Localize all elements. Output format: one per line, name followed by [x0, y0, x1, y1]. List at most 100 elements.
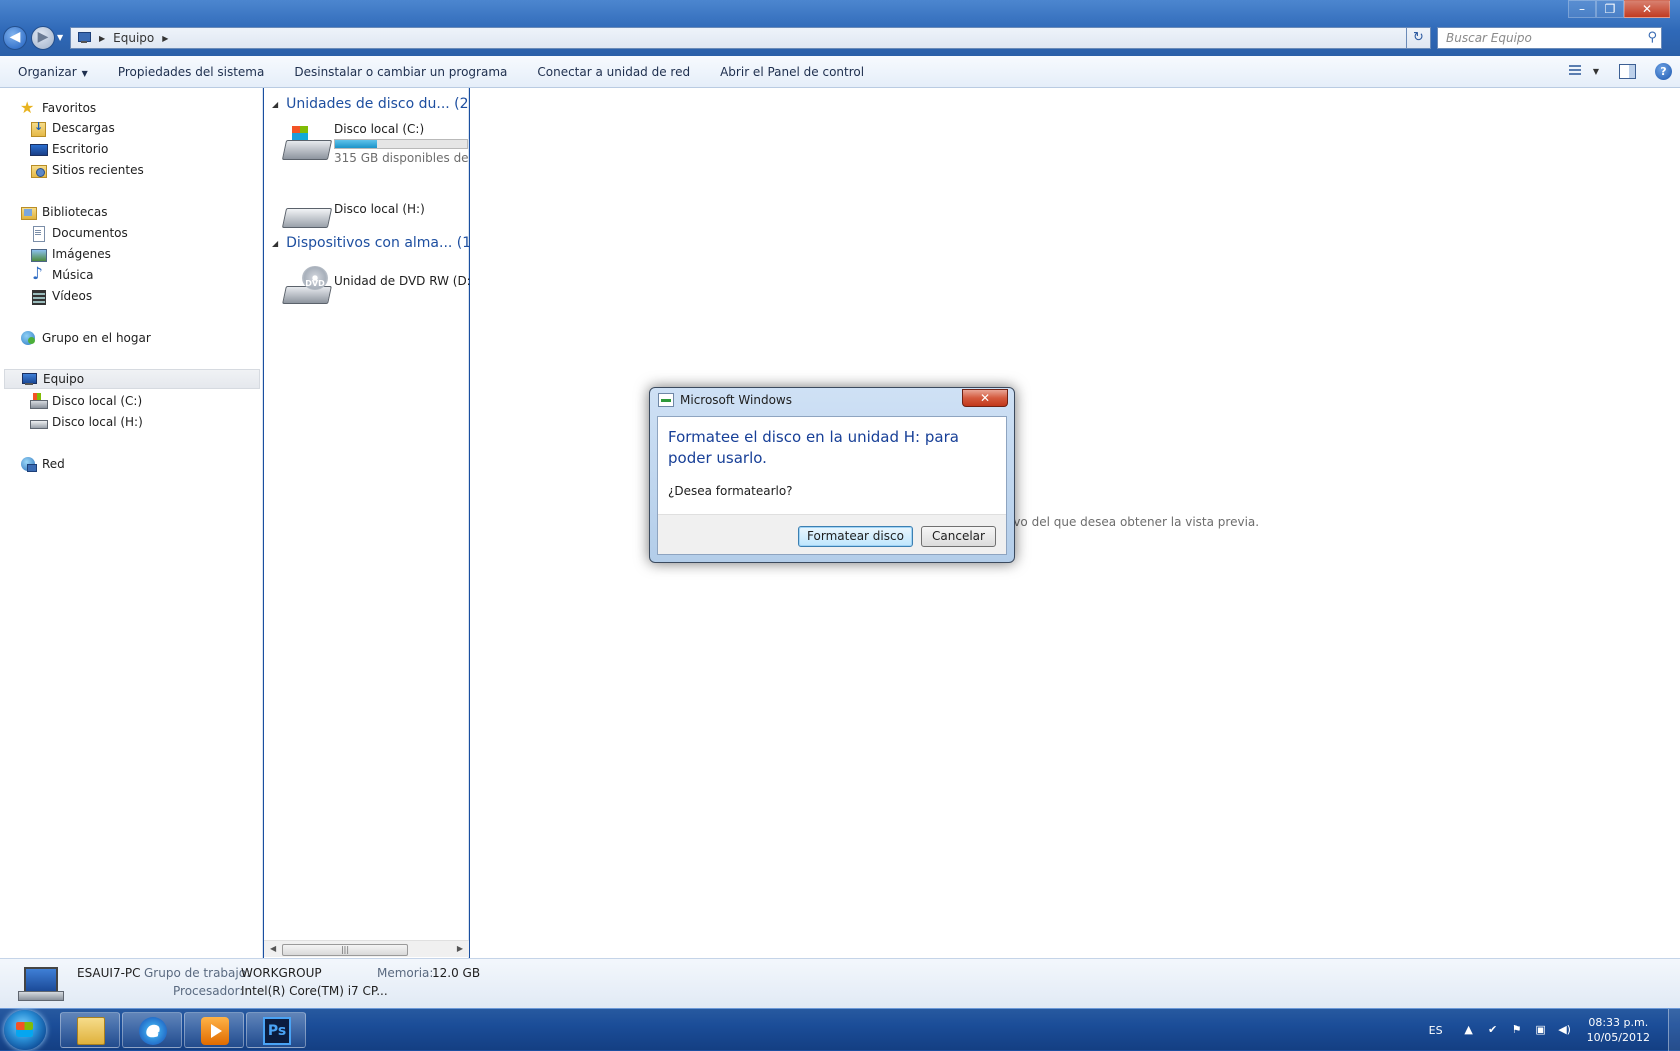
chevron-down-icon: ▼	[81, 68, 88, 78]
title-bar: – ❐ ✕ ◀ ▶ ▼ ▶ Equipo ▶ ▼ ↻ Buscar Equipo…	[0, 0, 1680, 56]
preview-pane-icon[interactable]	[1617, 62, 1637, 80]
show-hidden-icons-icon[interactable]: ▲	[1461, 1022, 1477, 1038]
application-icon	[658, 393, 674, 407]
view-controls: ▼ ?	[1567, 62, 1672, 80]
start-button[interactable]	[4, 1010, 46, 1050]
chevron-right-icon[interactable]: ▶	[162, 34, 168, 43]
uninstall-program-button[interactable]: Desinstalar o cambiar un programa	[279, 65, 522, 79]
breadcrumb-equipo[interactable]: Equipo	[113, 31, 154, 45]
open-control-panel-button[interactable]: Abrir el Panel de control	[705, 65, 879, 79]
change-view-button[interactable]: ▼	[1567, 62, 1599, 80]
format-disk-button[interactable]: Formatear disco	[798, 526, 913, 547]
map-network-drive-button[interactable]: Conectar a unidad de red	[522, 65, 705, 79]
maximize-button[interactable]: ❐	[1596, 0, 1624, 18]
navigation-pane: Favoritos Descargas Escritorio Sitios re…	[0, 88, 263, 958]
drive-item-c[interactable]: Disco local (C:) 315 GB disponibles de 4…	[282, 122, 468, 165]
processor-value: Intel(R) Core(TM) i7 CP...	[241, 984, 388, 998]
scroll-right-icon[interactable]: ▶	[457, 944, 463, 953]
chevron-down-icon: ▼	[1592, 66, 1599, 76]
processor-label: Procesador:	[173, 984, 244, 998]
taskbar-explorer[interactable]	[60, 1012, 120, 1048]
workgroup-value: WORKGROUP	[241, 966, 322, 980]
nav-favorites[interactable]: Favoritos	[20, 98, 96, 118]
address-bar[interactable]: ▶ Equipo ▶ ▼	[70, 27, 1431, 49]
chevron-right-icon[interactable]: ▶	[99, 34, 105, 43]
computer-icon	[21, 371, 37, 387]
action-center-flag-icon[interactable]: ⚑	[1509, 1022, 1525, 1038]
drive-item-dvd[interactable]: Unidad de DVD RW (D:)	[282, 264, 475, 304]
scroll-left-icon[interactable]: ◀	[270, 944, 276, 953]
clock-time: 08:33 p.m.	[1588, 1016, 1649, 1029]
close-button[interactable]: ✕	[1624, 0, 1670, 18]
recent-places-icon	[30, 162, 47, 178]
internet-explorer-icon: e	[139, 1017, 167, 1045]
nav-drive-c[interactable]: Disco local (C:)	[30, 391, 142, 411]
nav-pictures[interactable]: Imágenes	[30, 244, 111, 264]
minimize-button[interactable]: –	[1568, 0, 1596, 18]
network-icon[interactable]: ▣	[1533, 1022, 1549, 1038]
homegroup-icon	[20, 330, 36, 346]
drive-usage-fill	[335, 140, 378, 148]
dvd-drive-icon	[282, 264, 330, 304]
system-tray: ES ▲ ✔ ⚑ ▣ ◀) 08:33 p.m. 10/05/2012	[1429, 1009, 1680, 1051]
nav-libraries[interactable]: Bibliotecas	[20, 202, 107, 222]
clock[interactable]: 08:33 p.m. 10/05/2012	[1587, 1015, 1650, 1045]
help-icon[interactable]: ?	[1655, 62, 1672, 80]
nav-videos[interactable]: Vídeos	[30, 286, 92, 306]
collapse-icon[interactable]: ◢	[272, 239, 278, 248]
volume-icon[interactable]: ◀)	[1557, 1022, 1573, 1038]
refresh-button[interactable]: ↻	[1406, 27, 1431, 49]
documents-icon	[30, 225, 46, 242]
memory-label: Memoria:	[377, 966, 434, 980]
details-pane: ESAUI7-PC Grupo de trabajo: WORKGROUP Me…	[0, 958, 1680, 1008]
group-header-hard-drives[interactable]: ◢ Unidades de disco du... (2)	[272, 96, 474, 112]
collapse-icon[interactable]: ◢	[272, 100, 278, 109]
search-input[interactable]: Buscar Equipo ⚲	[1437, 27, 1662, 49]
dialog-title-bar: Microsoft Windows	[658, 393, 792, 407]
taskbar-media-player[interactable]	[184, 1012, 244, 1048]
organize-menu[interactable]: Organizar ▼	[0, 65, 103, 79]
pictures-icon	[30, 246, 47, 262]
group-header-removable[interactable]: ◢ Dispositivos con alma... (1)	[272, 235, 477, 251]
workgroup-label: Grupo de trabajo:	[144, 966, 251, 980]
preview-message: ivo del que desea obtener la vista previ…	[1010, 515, 1260, 529]
dialog-footer: Formatear disco Cancelar	[658, 514, 1006, 554]
drive-item-h[interactable]: Disco local (H:)	[282, 194, 425, 234]
back-button[interactable]: ◀	[3, 26, 27, 50]
security-icon[interactable]: ✔	[1485, 1022, 1501, 1038]
nav-homegroup[interactable]: Grupo en el hogar	[20, 328, 151, 348]
nav-music[interactable]: Música	[30, 264, 94, 285]
system-properties-button[interactable]: Propiedades del sistema	[103, 65, 280, 79]
taskbar-internet-explorer[interactable]: e	[122, 1012, 182, 1048]
network-icon	[20, 456, 37, 472]
nav-documents[interactable]: Documentos	[30, 223, 128, 243]
videos-icon	[30, 288, 46, 305]
clock-date: 10/05/2012	[1586, 1031, 1650, 1044]
star-icon	[20, 98, 36, 117]
history-dropdown-icon[interactable]: ▼	[57, 33, 63, 42]
system-drive-icon	[282, 122, 330, 162]
search-placeholder: Buscar Equipo	[1446, 31, 1532, 45]
horizontal-scrollbar[interactable]: ◀ ||| ▶	[264, 940, 469, 957]
search-icon[interactable]: ⚲	[1647, 30, 1657, 45]
nav-drive-h[interactable]: Disco local (H:)	[30, 412, 143, 432]
language-indicator[interactable]: ES	[1429, 1024, 1443, 1037]
scrollbar-thumb[interactable]: |||	[282, 944, 408, 956]
nav-downloads[interactable]: Descargas	[30, 118, 115, 138]
forward-button[interactable]: ▶	[31, 26, 55, 50]
nav-recent-places[interactable]: Sitios recientes	[30, 160, 144, 180]
dialog-close-button[interactable]: ✕	[962, 389, 1008, 407]
nav-computer[interactable]: Equipo	[4, 369, 260, 389]
show-desktop-button[interactable]	[1668, 1009, 1680, 1051]
music-icon	[30, 264, 46, 284]
command-bar: Organizar ▼ Propiedades del sistema Desin…	[0, 56, 1680, 88]
dialog-body: Formatee el disco en la unidad H: para p…	[657, 416, 1007, 555]
nav-network[interactable]: Red	[20, 454, 65, 474]
taskbar-photoshop[interactable]: Ps	[246, 1012, 306, 1048]
dialog-question: ¿Desea formatearlo?	[668, 484, 793, 498]
format-disk-dialog: Microsoft Windows ✕ Formatee el disco en…	[649, 387, 1015, 563]
hard-drive-icon	[30, 414, 48, 430]
cancel-button[interactable]: Cancelar	[921, 526, 996, 547]
file-list-pane: ◢ Unidades de disco du... (2) Disco loca…	[264, 88, 477, 958]
nav-desktop[interactable]: Escritorio	[30, 139, 108, 159]
